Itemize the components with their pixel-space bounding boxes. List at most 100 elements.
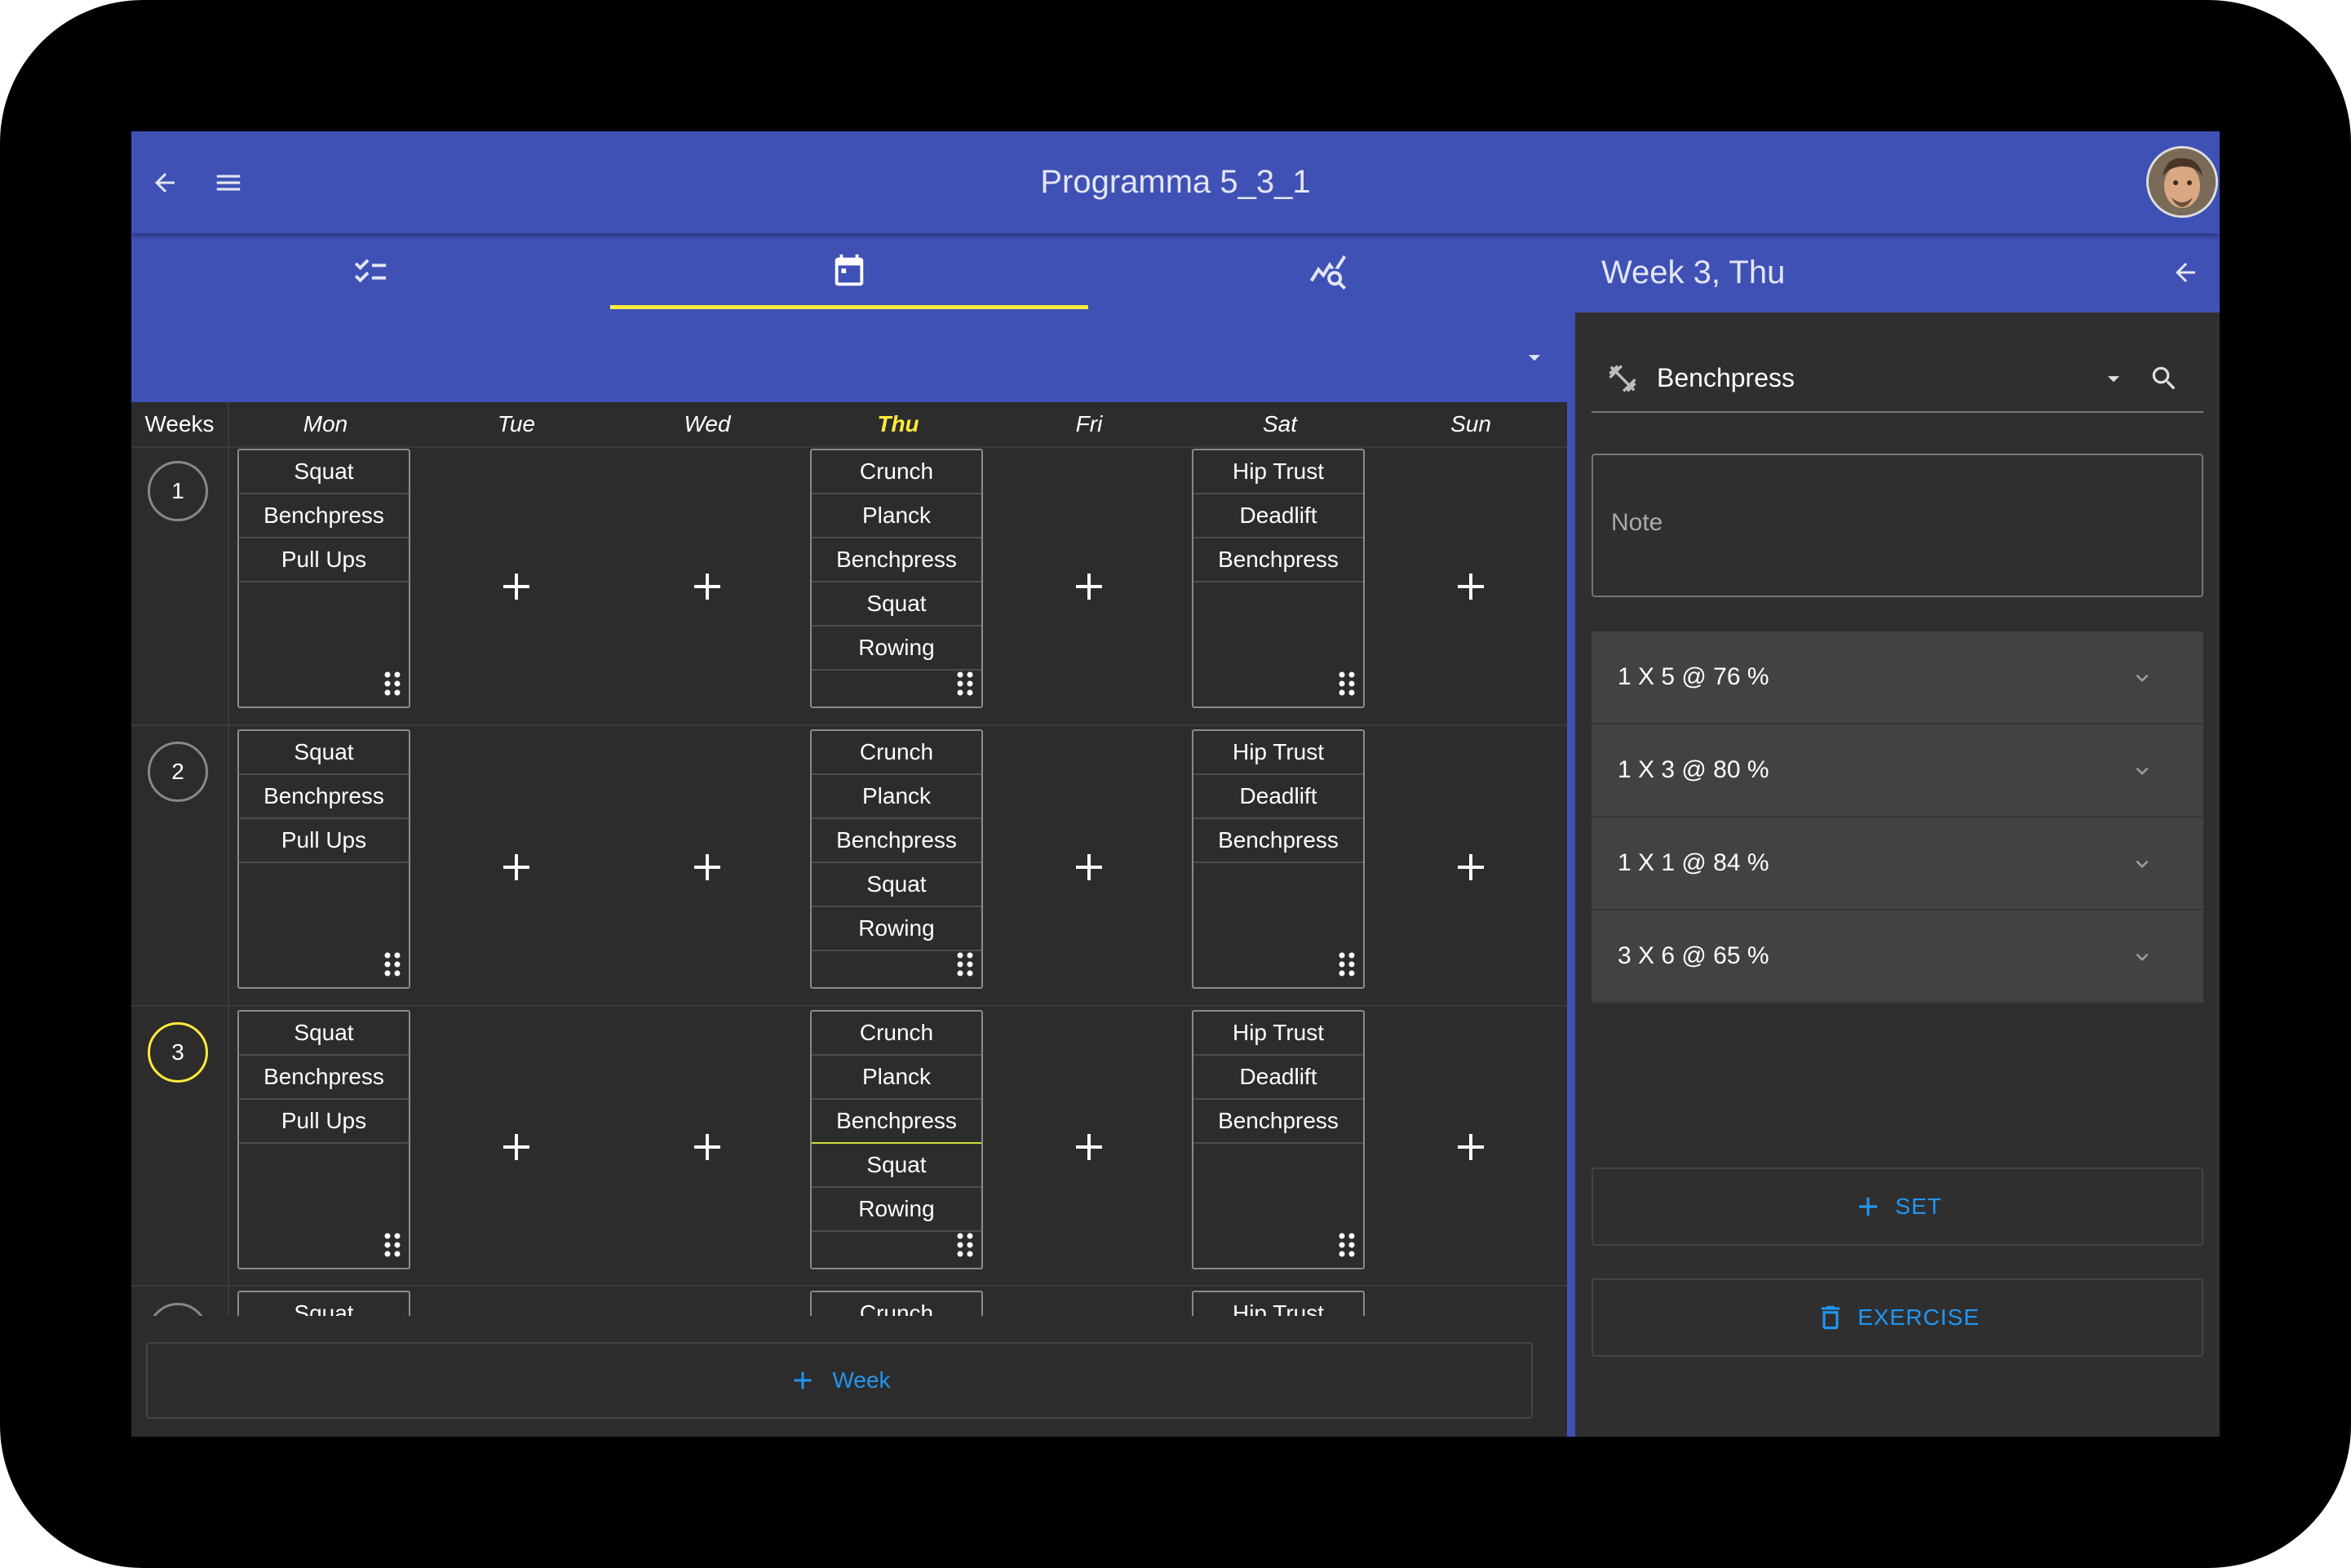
exercise-item[interactable]: Benchpress bbox=[1193, 1100, 1363, 1144]
exercise-item[interactable]: Benchpress bbox=[239, 1056, 409, 1100]
exercise-item[interactable]: Squat bbox=[812, 863, 981, 907]
set-row[interactable]: 1 X 5 @ 76 % bbox=[1592, 631, 2203, 724]
add-day-button[interactable] bbox=[691, 851, 724, 884]
exercise-item[interactable]: Planck bbox=[812, 775, 981, 819]
drag-handle-icon[interactable] bbox=[1339, 952, 1355, 981]
add-day-button[interactable] bbox=[691, 570, 724, 603]
exercise-item[interactable]: Crunch bbox=[812, 450, 981, 494]
week-number-2[interactable]: 2 bbox=[148, 742, 208, 802]
exercise-item-selected[interactable]: Benchpress bbox=[812, 1100, 981, 1144]
drag-handle-icon[interactable] bbox=[384, 1233, 401, 1261]
drag-handle-icon[interactable] bbox=[957, 1233, 973, 1261]
exercise-item[interactable]: Deadlift bbox=[1193, 494, 1363, 538]
exercise-item[interactable]: Squat bbox=[812, 582, 981, 627]
add-day-button[interactable] bbox=[1454, 1131, 1487, 1163]
checklist-icon bbox=[354, 259, 387, 283]
close-panel-arrow-icon[interactable] bbox=[2169, 256, 2202, 289]
day-card-week1-sat[interactable]: Hip Trust Deadlift Benchpress bbox=[1192, 449, 1365, 708]
chevron-down-icon[interactable] bbox=[2130, 852, 2154, 880]
exercise-item[interactable]: Crunch bbox=[812, 731, 981, 775]
delete-exercise-button[interactable]: EXERCISE bbox=[1592, 1278, 2203, 1357]
dropdown-arrow-icon[interactable] bbox=[2097, 362, 2130, 395]
exercise-item[interactable]: Rowing bbox=[812, 1188, 981, 1232]
set-row[interactable]: 3 X 6 @ 65 % bbox=[1592, 910, 2203, 1003]
day-card-week1-mon[interactable]: Squat Benchpress Pull Ups bbox=[237, 449, 410, 708]
add-set-button[interactable]: SET bbox=[1592, 1167, 2203, 1246]
drag-handle-icon[interactable] bbox=[384, 671, 401, 700]
chevron-down-icon[interactable] bbox=[2130, 666, 2154, 694]
exercise-item[interactable]: Pull Ups bbox=[239, 1100, 409, 1144]
week-number-1[interactable]: 1 bbox=[148, 461, 208, 521]
user-avatar[interactable] bbox=[2146, 146, 2218, 218]
dropdown-arrow-icon[interactable] bbox=[1518, 341, 1551, 374]
divider bbox=[131, 1285, 1567, 1287]
filter-bar bbox=[131, 310, 1567, 402]
exercise-item[interactable]: Squat bbox=[239, 1012, 409, 1056]
add-day-button[interactable] bbox=[1454, 851, 1487, 884]
app-screen: Programma 5_3_1 Weeks Mon Tue Wed Thu Fr… bbox=[131, 131, 2220, 1437]
exercise-item[interactable]: Benchpress bbox=[1193, 819, 1363, 863]
add-set-label: SET bbox=[1895, 1194, 1942, 1219]
exercise-item[interactable]: Benchpress bbox=[1193, 538, 1363, 582]
add-day-button[interactable] bbox=[500, 1131, 533, 1163]
exercise-item[interactable]: Hip Trust bbox=[1193, 731, 1363, 775]
exercise-item[interactable]: Pull Ups bbox=[239, 538, 409, 582]
exercise-item[interactable]: Planck bbox=[812, 494, 981, 538]
note-field[interactable]: Note bbox=[1592, 454, 2203, 597]
exercise-item[interactable]: Benchpress bbox=[239, 775, 409, 819]
add-day-button[interactable] bbox=[691, 1131, 724, 1163]
exercise-item[interactable]: Deadlift bbox=[1193, 775, 1363, 819]
add-day-button[interactable] bbox=[1073, 570, 1105, 603]
plus-icon bbox=[794, 1371, 812, 1389]
app-bar: Programma 5_3_1 bbox=[131, 131, 2220, 233]
day-card-week2-sat[interactable]: Hip Trust Deadlift Benchpress bbox=[1192, 729, 1365, 989]
add-day-button[interactable] bbox=[500, 851, 533, 884]
set-row[interactable]: 1 X 3 @ 80 % bbox=[1592, 724, 2203, 817]
add-day-button[interactable] bbox=[1454, 570, 1487, 603]
tab-calendar[interactable] bbox=[610, 233, 1088, 310]
day-header-fri: Fri bbox=[1075, 411, 1103, 436]
tab-list[interactable] bbox=[131, 233, 609, 310]
drag-handle-icon[interactable] bbox=[957, 952, 973, 981]
dumbbell-icon bbox=[1605, 361, 1640, 396]
day-card-week3-mon[interactable]: Squat Benchpress Pull Ups bbox=[237, 1010, 410, 1269]
drag-handle-icon[interactable] bbox=[384, 952, 401, 981]
exercise-select[interactable]: Benchpress bbox=[1592, 344, 2203, 413]
exercise-item[interactable]: Squat bbox=[239, 450, 409, 494]
set-label: 1 X 5 @ 76 % bbox=[1618, 663, 1769, 690]
chevron-down-icon[interactable] bbox=[2130, 759, 2154, 787]
note-placeholder: Note bbox=[1611, 509, 1663, 536]
tab-stats[interactable] bbox=[1089, 233, 1567, 310]
add-week-button[interactable]: Week bbox=[146, 1342, 1533, 1419]
exercise-item[interactable]: Squat bbox=[812, 1144, 981, 1188]
drag-handle-icon[interactable] bbox=[1339, 1233, 1355, 1261]
day-card-week2-mon[interactable]: Squat Benchpress Pull Ups bbox=[237, 729, 410, 989]
exercise-item[interactable]: Crunch bbox=[812, 1012, 981, 1056]
day-card-week2-thu[interactable]: Crunch Planck Benchpress Squat Rowing bbox=[810, 729, 983, 989]
set-row[interactable]: 1 X 1 @ 84 % bbox=[1592, 817, 2203, 910]
exercise-item[interactable]: Hip Trust bbox=[1193, 450, 1363, 494]
exercise-item[interactable]: Hip Trust bbox=[1193, 1012, 1363, 1056]
exercise-item[interactable]: Planck bbox=[812, 1056, 981, 1100]
week-number-3[interactable]: 3 bbox=[148, 1022, 208, 1083]
drag-handle-icon[interactable] bbox=[1339, 671, 1355, 700]
add-day-button[interactable] bbox=[1073, 851, 1105, 884]
exercise-item[interactable]: Benchpress bbox=[812, 819, 981, 863]
drag-handle-icon[interactable] bbox=[957, 671, 973, 700]
search-icon[interactable] bbox=[2146, 361, 2182, 396]
add-day-button[interactable] bbox=[1073, 1131, 1105, 1163]
exercise-item[interactable]: Rowing bbox=[812, 907, 981, 951]
chevron-down-icon[interactable] bbox=[2130, 945, 2154, 973]
day-card-week3-sat[interactable]: Hip Trust Deadlift Benchpress bbox=[1192, 1010, 1365, 1269]
exercise-item[interactable]: Rowing bbox=[812, 627, 981, 671]
day-card-week3-thu[interactable]: Crunch Planck Benchpress Squat Rowing bbox=[810, 1010, 983, 1269]
exercise-item[interactable]: Deadlift bbox=[1193, 1056, 1363, 1100]
day-header-sat: Sat bbox=[1262, 411, 1298, 436]
exercise-item[interactable]: Benchpress bbox=[239, 494, 409, 538]
day-card-week1-thu[interactable]: Crunch Planck Benchpress Squat Rowing bbox=[810, 449, 983, 708]
add-day-button[interactable] bbox=[500, 570, 533, 603]
exercise-item[interactable]: Benchpress bbox=[812, 538, 981, 582]
tab-indicator bbox=[610, 305, 1088, 309]
exercise-item[interactable]: Pull Ups bbox=[239, 819, 409, 863]
exercise-item[interactable]: Squat bbox=[239, 731, 409, 775]
